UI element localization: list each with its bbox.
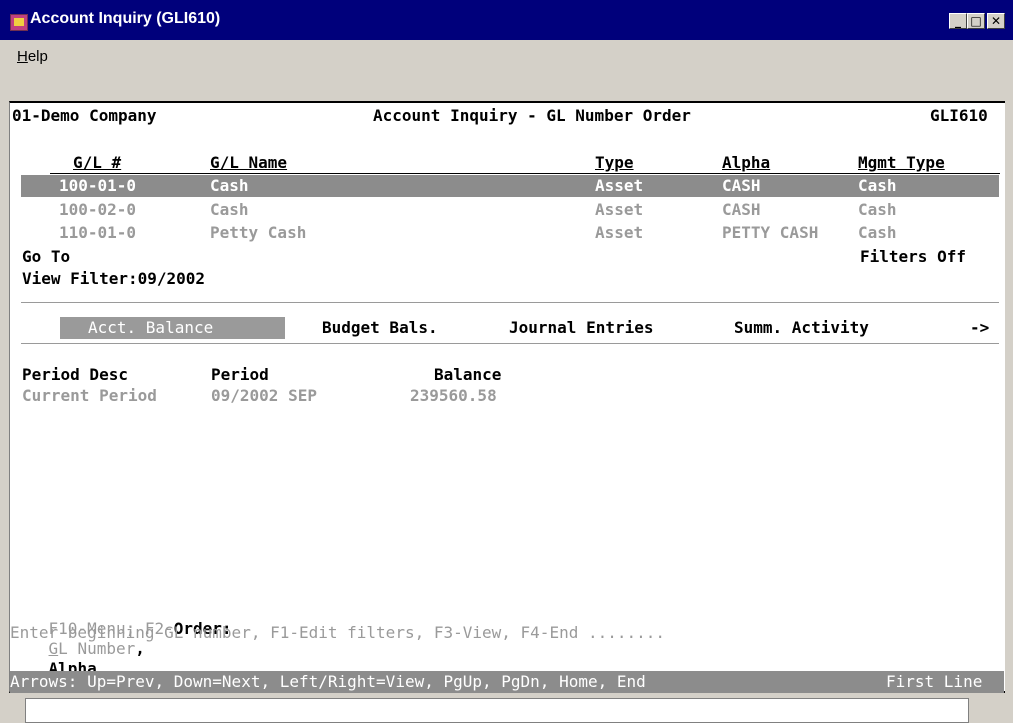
row-gl-num[interactable]: 100-02-0 xyxy=(59,200,136,220)
footer-instructions: Enter beginning GL number, F1-Edit filte… xyxy=(10,623,666,642)
row-mgmt-type[interactable]: Cash xyxy=(858,223,897,243)
divider xyxy=(21,343,999,344)
balance-header-period: Period xyxy=(211,365,269,384)
row-alpha[interactable]: PETTY CASH xyxy=(722,223,818,243)
maximize-button[interactable]: □ xyxy=(967,13,985,29)
screen-title: Account Inquiry - GL Number Order xyxy=(373,106,691,125)
row-alpha: CASH xyxy=(722,176,761,195)
menu-help-rest: elp xyxy=(27,48,48,65)
window-title: Account Inquiry (GLI610) xyxy=(30,10,221,27)
row-mgmt-type: Cash xyxy=(858,176,897,195)
program-id: GLI610 xyxy=(930,106,988,125)
view-filter: View Filter:09/2002 xyxy=(22,269,205,289)
col-header-gl-name: G/L Name xyxy=(210,153,288,172)
close-button[interactable]: ✕ xyxy=(987,13,1005,29)
row-mgmt-type[interactable]: Cash xyxy=(858,200,897,220)
divider xyxy=(21,302,999,303)
balance-row-balance: 239560.58 xyxy=(410,386,497,405)
row-type[interactable]: Asset xyxy=(595,200,643,220)
minimize-button[interactable]: _ xyxy=(949,13,967,29)
header-underline xyxy=(50,173,1000,174)
col-header-gl-num: G/L # xyxy=(73,153,122,172)
goto-label[interactable]: Go To xyxy=(22,247,70,267)
row-type[interactable]: Asset xyxy=(595,223,643,243)
row-gl-name[interactable]: Cash xyxy=(210,200,249,220)
balance-row-period-desc: Current Period xyxy=(22,386,157,405)
view-filter-label: View Filter: xyxy=(22,269,138,288)
menu-help-accel: H xyxy=(17,48,28,65)
col-header-mgmt-type: Mgmt Type xyxy=(858,153,945,172)
menu-help[interactable]: Help xyxy=(17,48,48,65)
title-bar[interactable]: Account Inquiry (GLI610) _ □ ✕ xyxy=(0,0,1013,40)
tab-budget-bals[interactable]: Budget Bals. xyxy=(322,318,438,338)
menu-bar: Help xyxy=(0,40,1013,78)
status-bar-position: First Line xyxy=(886,672,983,691)
filters-status: Filters Off xyxy=(860,247,966,266)
view-filter-value: 09/2002 xyxy=(137,269,206,288)
balance-header-balance: Balance xyxy=(434,365,502,384)
terminal-screen[interactable]: 01-Demo Company Account Inquiry - GL Num… xyxy=(9,101,1005,693)
row-gl-num[interactable]: 110-01-0 xyxy=(59,223,136,243)
balance-row-period: 09/2002 SEP xyxy=(211,386,317,405)
row-gl-name[interactable]: Petty Cash xyxy=(210,223,306,243)
tab-journal-entries[interactable]: Journal Entries xyxy=(509,318,654,338)
status-bar-text: Arrows: Up=Prev, Down=Next, Left/Right=V… xyxy=(10,672,646,691)
company-name: 01-Demo Company xyxy=(12,106,157,125)
tab-more-arrow[interactable]: -> xyxy=(970,318,989,338)
status-input-field[interactable] xyxy=(25,698,969,723)
row-alpha[interactable]: CASH xyxy=(722,200,761,220)
balance-header-period-desc: Period Desc xyxy=(22,365,128,384)
row-type: Asset xyxy=(595,176,644,195)
table-row-selected[interactable]: 100-01-0 Cash Asset CASH Cash xyxy=(21,175,999,197)
app-icon[interactable] xyxy=(10,14,28,31)
row-gl-num: 100-01-0 xyxy=(59,176,137,195)
col-header-type: Type xyxy=(595,153,634,172)
col-header-alpha: Alpha xyxy=(722,153,771,172)
row-gl-name: Cash xyxy=(210,176,249,195)
tab-acct-balance[interactable]: Acct. Balance xyxy=(88,318,213,338)
tab-summ-activity[interactable]: Summ. Activity xyxy=(734,318,869,338)
